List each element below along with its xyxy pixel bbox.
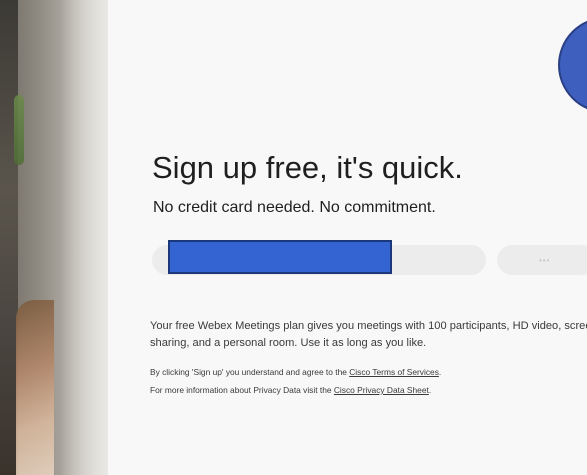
page-subtitle: No credit card needed. No commitment. xyxy=(153,199,436,216)
cisco-terms-link[interactable]: Cisco Terms of Services xyxy=(349,367,439,377)
signup-button[interactable]: ••• xyxy=(497,245,587,275)
plan-description: Your free Webex Meetings plan gives you … xyxy=(150,320,587,349)
privacy-prefix: For more information about Privacy Data … xyxy=(150,385,334,395)
background-photo xyxy=(0,0,108,475)
privacy-notice: For more information about Privacy Data … xyxy=(150,385,431,395)
page-title: Sign up free, it's quick. xyxy=(152,150,463,185)
loading-dots: ••• xyxy=(539,255,551,265)
terms-suffix: . xyxy=(438,367,442,377)
privacy-suffix: . xyxy=(428,385,432,395)
photo-person xyxy=(16,300,54,475)
photo-plant xyxy=(14,95,24,165)
signup-page: Sign up free, it's quick. No credit card… xyxy=(0,0,587,475)
signup-panel xyxy=(108,0,587,475)
cisco-privacy-link[interactable]: Cisco Privacy Data Sheet xyxy=(334,385,429,395)
photo-wall xyxy=(60,0,108,475)
terms-prefix: By clicking 'Sign up' you understand and… xyxy=(150,367,350,377)
redaction-box-overlay xyxy=(168,240,392,274)
terms-notice: By clicking 'Sign up' you understand and… xyxy=(150,367,441,377)
